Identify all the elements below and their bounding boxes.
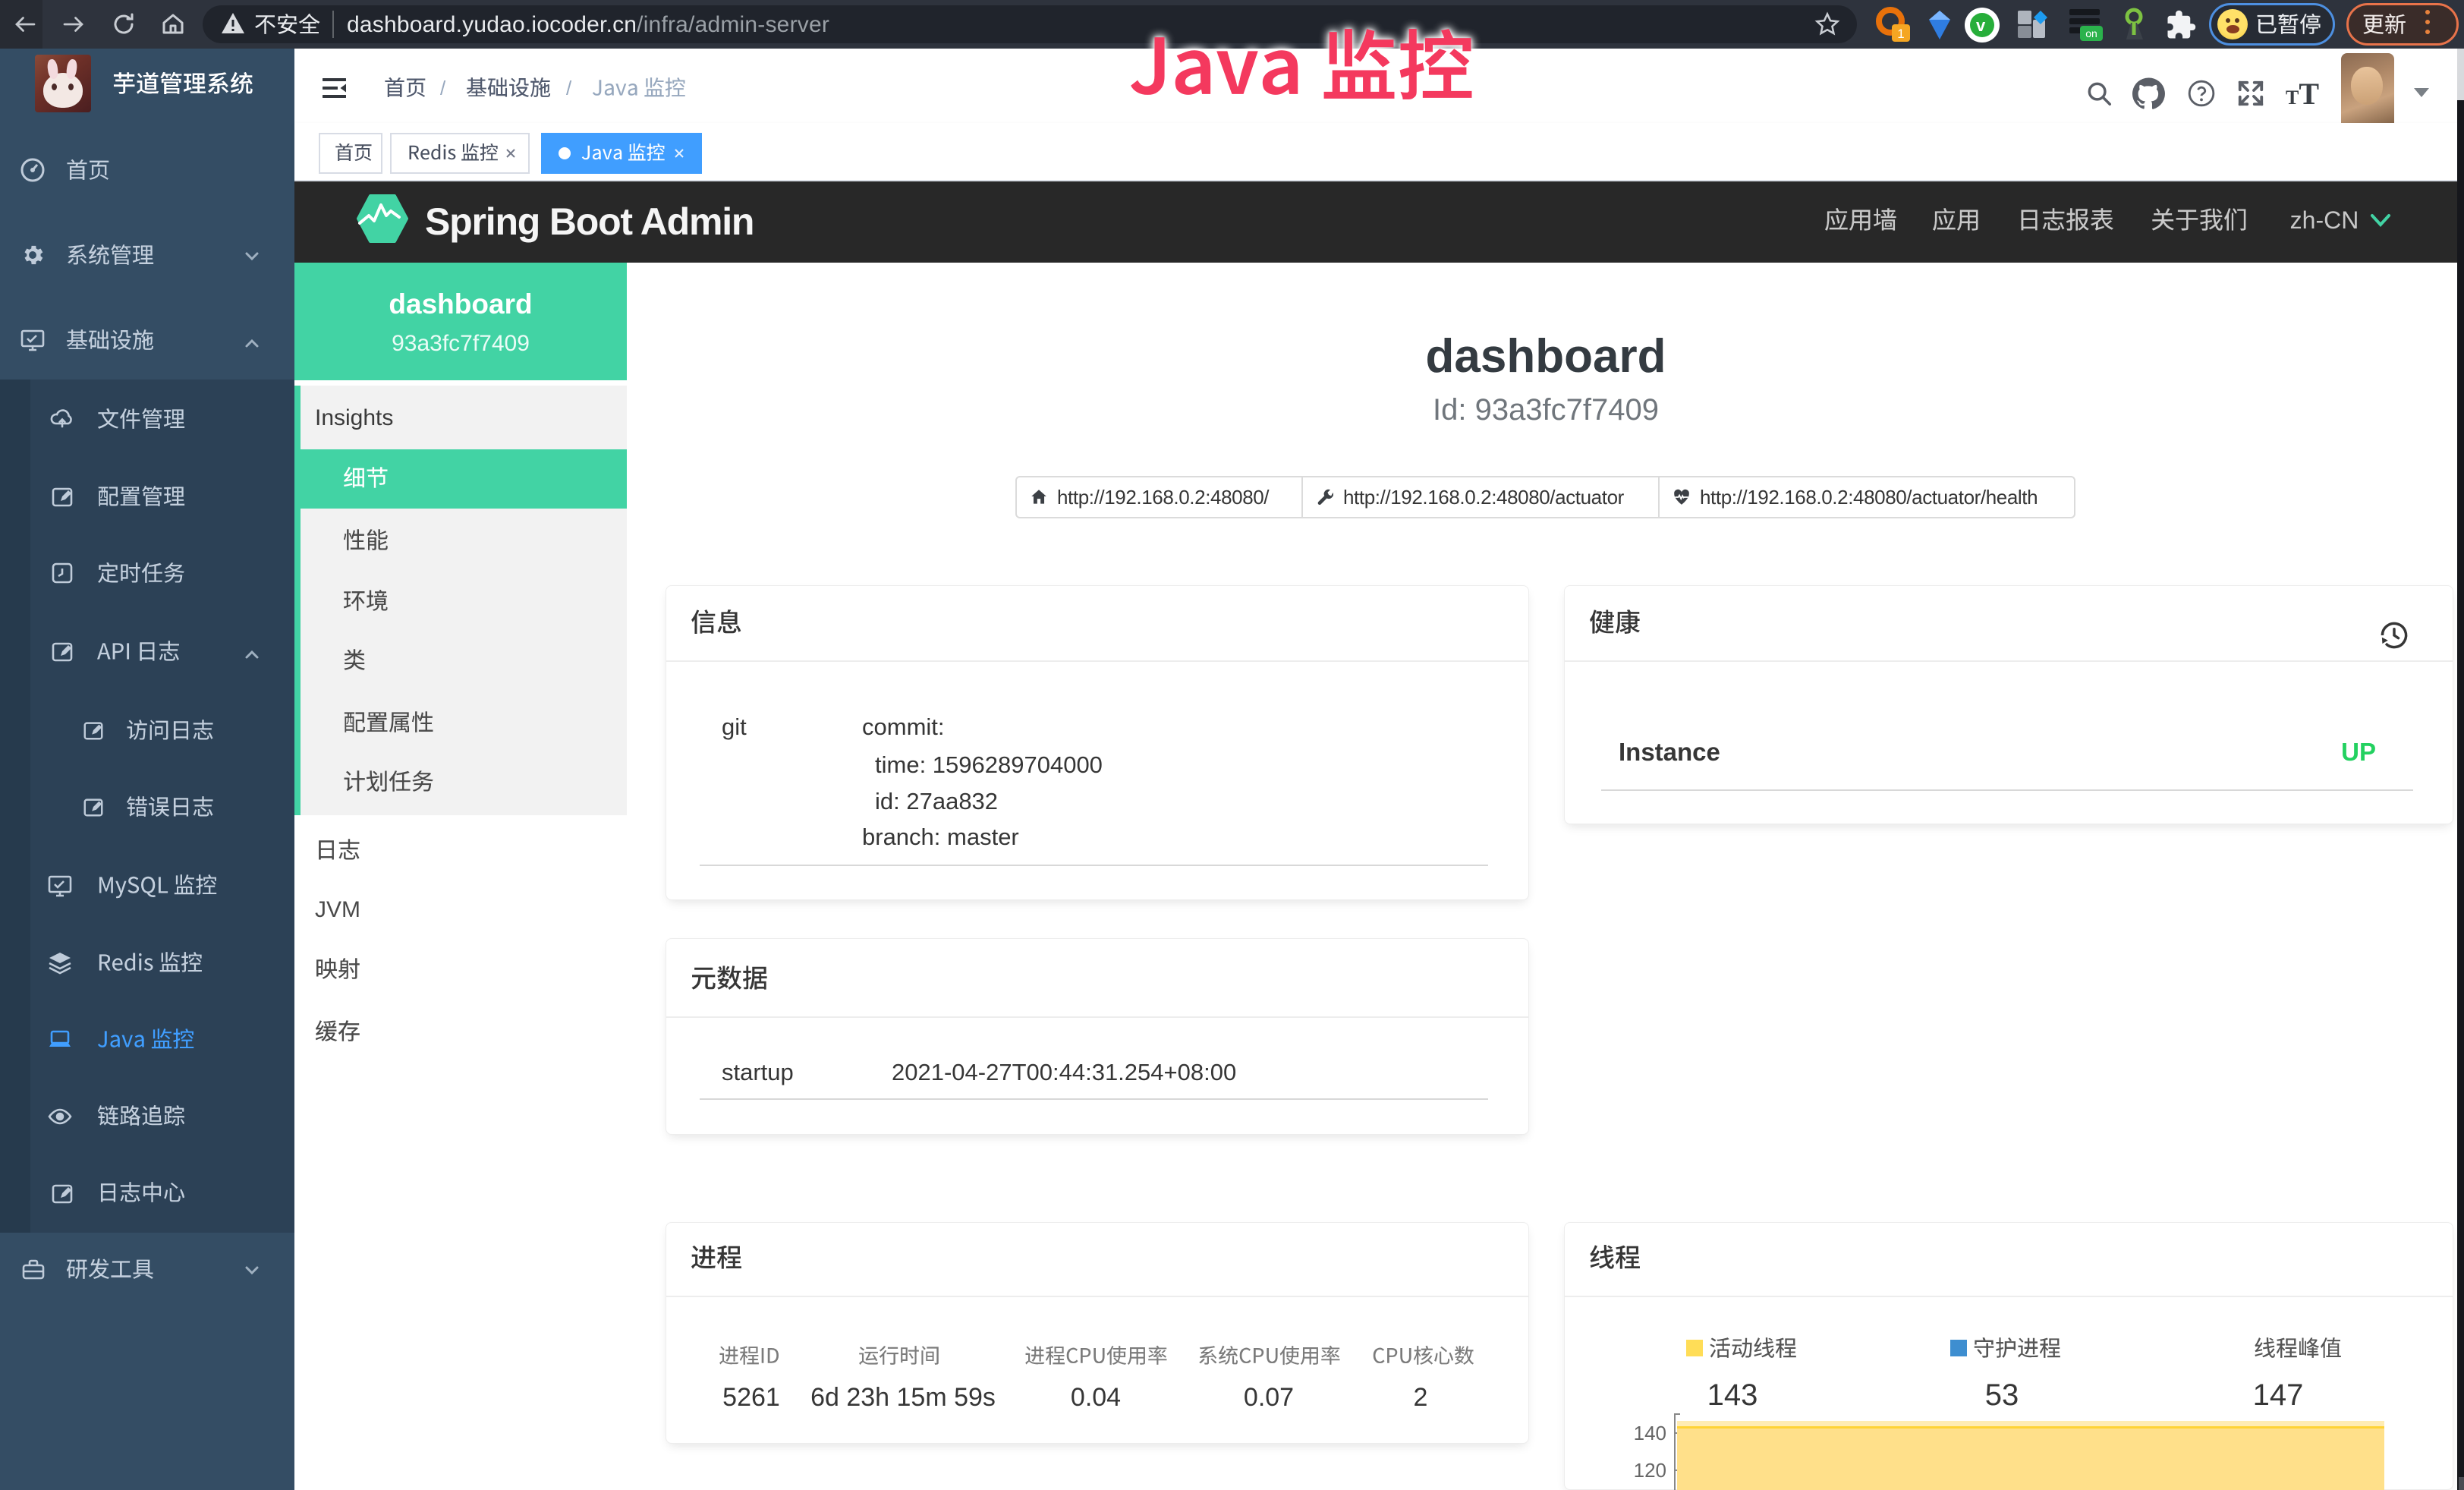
- svg-text:on: on: [2085, 27, 2097, 39]
- svg-text:1: 1: [1897, 27, 1904, 41]
